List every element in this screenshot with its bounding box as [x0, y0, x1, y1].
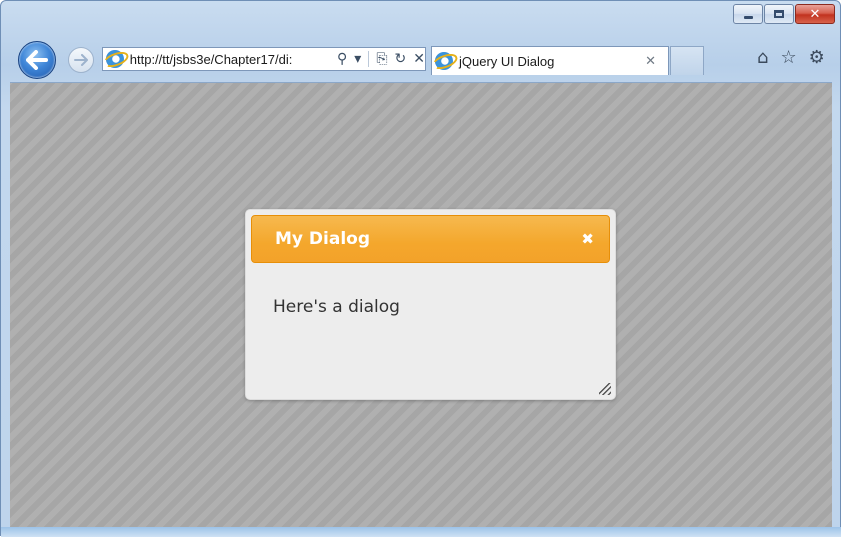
- forward-button[interactable]: [68, 47, 94, 73]
- refresh-icon[interactable]: ↻: [395, 51, 407, 67]
- gear-icon[interactable]: ⚙: [809, 47, 825, 68]
- minimize-icon: [743, 15, 753, 19]
- dialog-title: My Dialog: [275, 229, 371, 249]
- favorites-icon[interactable]: ☆: [780, 47, 796, 68]
- search-icon[interactable]: ⚲: [337, 51, 347, 67]
- tab-title: jQuery UI Dialog: [459, 53, 555, 69]
- chevron-down-icon[interactable]: ▾: [354, 51, 361, 67]
- stop-icon[interactable]: ✕: [413, 51, 425, 67]
- dialog: My Dialog ✖ Here's a dialog: [245, 209, 616, 400]
- compatibility-view-icon[interactable]: ⎘: [376, 51, 387, 67]
- tab-close-icon[interactable]: ✕: [645, 54, 656, 69]
- maximize-icon: [774, 10, 784, 18]
- back-arrow-icon: [26, 50, 48, 70]
- browser-tools: ⌂ ☆ ⚙: [757, 47, 825, 68]
- address-tools: ⚲ ▾ ⎘ ↻ ✕: [337, 51, 425, 67]
- forward-arrow-icon: [74, 54, 88, 66]
- tab-page-icon: [435, 52, 453, 70]
- url-text[interactable]: http://tt/jsbs3e/Chapter17/di:: [130, 52, 331, 67]
- maximize-button[interactable]: [764, 4, 794, 24]
- divider: [368, 51, 370, 67]
- address-bar[interactable]: http://tt/jsbs3e/Chapter17/di: ⚲ ▾ ⎘ ↻ ✕: [102, 47, 426, 71]
- dialog-titlebar[interactable]: My Dialog ✖: [251, 215, 610, 263]
- window-controls: ✕: [733, 4, 835, 26]
- ie-page-icon: [106, 50, 124, 68]
- browser-window: ✕ http://tt/jsbs3e/Chapter17/di: ⚲ ▾ ⎘ ↻…: [0, 0, 841, 537]
- close-icon: ✕: [809, 6, 821, 22]
- home-icon[interactable]: ⌂: [757, 47, 768, 68]
- navigation-toolbar: http://tt/jsbs3e/Chapter17/di: ⚲ ▾ ⎘ ↻ ✕…: [1, 38, 841, 82]
- close-window-button[interactable]: ✕: [795, 4, 835, 24]
- resize-handle-icon[interactable]: [599, 383, 611, 395]
- tab-jquery-ui-dialog[interactable]: jQuery UI Dialog ✕: [431, 46, 669, 75]
- minimize-button[interactable]: [733, 4, 763, 24]
- dialog-content: Here's a dialog: [273, 297, 400, 317]
- new-tab-button[interactable]: [670, 46, 704, 75]
- dialog-close-icon[interactable]: ✖: [581, 230, 594, 248]
- back-button[interactable]: [18, 41, 56, 79]
